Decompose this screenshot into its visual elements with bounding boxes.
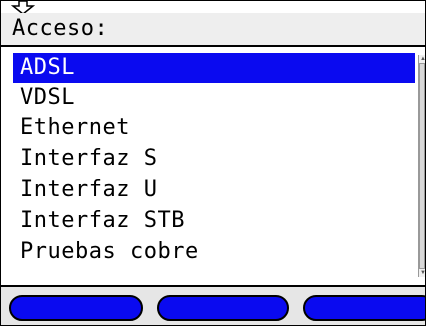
menu-item-interfaz-s[interactable]: Interfaz S: [13, 144, 415, 174]
menu-item-ethernet[interactable]: Ethernet: [13, 113, 415, 143]
menu-item-pruebas-cobre[interactable]: Pruebas cobre: [13, 237, 415, 267]
title-bar: Acceso:: [1, 13, 425, 47]
scroll-down-icon[interactable]: ▼: [420, 270, 425, 276]
device-screen: Acceso: ADSL VDSL Ethernet Interfaz S In…: [0, 0, 426, 326]
softkey-2[interactable]: [157, 295, 289, 321]
page-title: Acceso:: [12, 16, 109, 41]
scroll-thumb[interactable]: [419, 63, 425, 269]
menu-item-vdsl[interactable]: VDSL: [13, 83, 415, 113]
softkey-bar: [1, 285, 425, 325]
menu-item-interfaz-stb[interactable]: Interfaz STB: [13, 206, 415, 236]
softkey-3[interactable]: [303, 295, 425, 321]
scroll-up-icon[interactable]: ▲: [420, 56, 425, 62]
scrollbar[interactable]: ▲ ▼: [418, 55, 425, 277]
softkey-1[interactable]: [9, 295, 143, 321]
menu-item-adsl[interactable]: ADSL: [13, 53, 415, 83]
access-menu-list: ADSL VDSL Ethernet Interfaz S Interfaz U…: [13, 53, 417, 277]
menu-item-interfaz-u[interactable]: Interfaz U: [13, 175, 415, 205]
